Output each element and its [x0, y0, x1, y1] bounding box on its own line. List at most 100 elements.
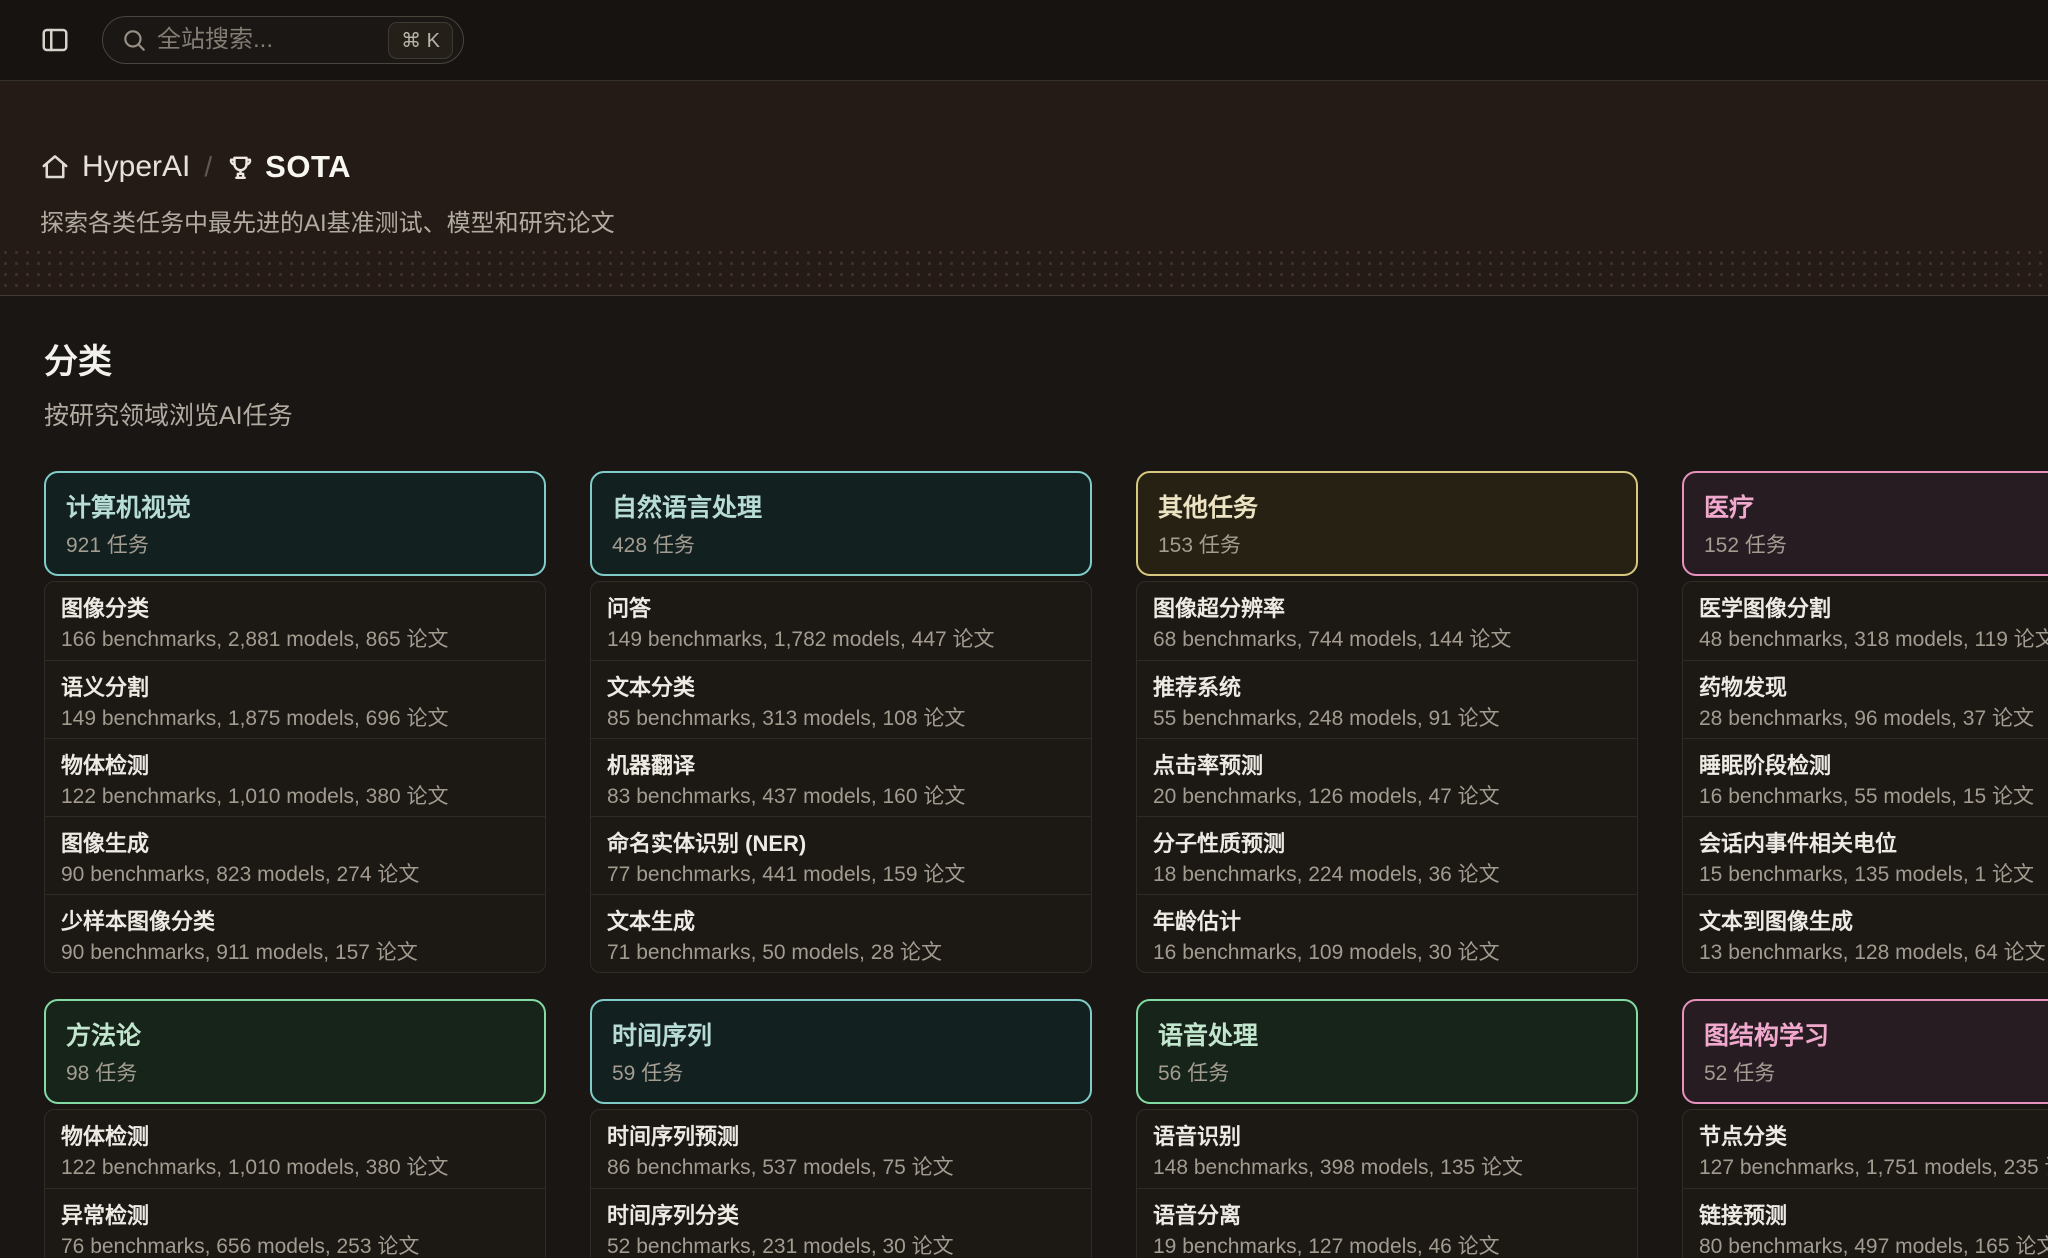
task-item[interactable]: 睡眠阶段检测16 benchmarks, 55 models, 15 论文 [1683, 738, 2048, 816]
task-item[interactable]: 链接预测80 benchmarks, 497 models, 165 论文 [1683, 1188, 2048, 1258]
task-title: 语音分离 [1153, 1201, 1617, 1231]
category-card-header[interactable]: 其他任务 153 任务 [1136, 471, 1638, 576]
task-title: 异常检测 [61, 1201, 525, 1231]
task-stats: 19 benchmarks, 127 models, 46 论文 [1153, 1233, 1617, 1258]
task-item[interactable]: 异常检测76 benchmarks, 656 models, 253 论文 [45, 1188, 545, 1258]
task-item[interactable]: 文本生成71 benchmarks, 50 models, 28 论文 [591, 894, 1091, 972]
breadcrumb-separator: / [204, 151, 212, 183]
task-item[interactable]: 文本到图像生成13 benchmarks, 128 models, 64 论文 [1683, 894, 2048, 972]
category-card-header[interactable]: 方法论98 任务 [44, 999, 546, 1104]
task-stats: 16 benchmarks, 109 models, 30 论文 [1153, 939, 1617, 967]
task-stats: 122 benchmarks, 1,010 models, 380 论文 [61, 783, 525, 811]
task-stats: 15 benchmarks, 135 models, 1 论文 [1699, 861, 2048, 889]
category-task-count: 59 任务 [612, 1060, 1070, 1087]
category-card: 语音处理56 任务语音识别148 benchmarks, 398 models,… [1136, 999, 1638, 1258]
search-input[interactable] [157, 26, 378, 54]
task-title: 链接预测 [1699, 1201, 2048, 1231]
task-stats: 80 benchmarks, 497 models, 165 论文 [1699, 1233, 2048, 1258]
task-item[interactable]: 会话内事件相关电位15 benchmarks, 135 models, 1 论文 [1683, 816, 2048, 894]
task-stats: 18 benchmarks, 224 models, 36 论文 [1153, 861, 1617, 889]
task-item[interactable]: 分子性质预测18 benchmarks, 224 models, 36 论文 [1137, 816, 1637, 894]
task-stats: 55 benchmarks, 248 models, 91 论文 [1153, 705, 1617, 733]
task-stats: 16 benchmarks, 55 models, 15 论文 [1699, 783, 2048, 811]
task-list: 语音识别148 benchmarks, 398 models, 135 论文语音… [1136, 1109, 1638, 1258]
breadcrumb-home-link[interactable]: HyperAI [40, 150, 190, 184]
task-item[interactable]: 物体检测122 benchmarks, 1,010 models, 380 论文 [45, 1110, 545, 1188]
section-subtitle: 按研究领域浏览AI任务 [44, 400, 2048, 433]
category-card: 图结构学习52 任务节点分类127 benchmarks, 1,751 mode… [1682, 999, 2048, 1258]
task-list: 图像分类166 benchmarks, 2,881 models, 865 论文… [44, 581, 546, 973]
category-card-header[interactable]: 医疗152 任务 [1682, 471, 2048, 576]
task-title: 时间序列预测 [607, 1122, 1071, 1152]
task-list: 医学图像分割48 benchmarks, 318 models, 119 论文药… [1682, 581, 2048, 973]
task-title: 分子性质预测 [1153, 829, 1617, 859]
category-card-header[interactable]: 图结构学习52 任务 [1682, 999, 2048, 1104]
category-task-count: 428 任务 [612, 532, 1070, 559]
task-item[interactable]: 图像分类166 benchmarks, 2,881 models, 865 论文 [45, 582, 545, 660]
task-stats: 20 benchmarks, 126 models, 47 论文 [1153, 783, 1617, 811]
task-item[interactable]: 命名实体识别 (NER)77 benchmarks, 441 models, 1… [591, 816, 1091, 894]
page: ⌘ K HyperAI / [0, 0, 2048, 1258]
sidebar-toggle-button[interactable] [32, 17, 78, 63]
task-stats: 149 benchmarks, 1,782 models, 447 论文 [607, 626, 1071, 654]
task-stats: 71 benchmarks, 50 models, 28 论文 [607, 939, 1071, 967]
task-item[interactable]: 语音识别148 benchmarks, 398 models, 135 论文 [1137, 1110, 1637, 1188]
task-stats: 76 benchmarks, 656 models, 253 论文 [61, 1233, 525, 1258]
category-card-header[interactable]: 计算机视觉 921 任务 [44, 471, 546, 576]
main-content: 分类 按研究领域浏览AI任务 计算机视觉921 任务图像分类166 benchm… [0, 296, 2048, 1258]
task-item[interactable]: 时间序列分类52 benchmarks, 231 models, 30 论文 [591, 1188, 1091, 1258]
category-title: 自然语言处理 [612, 491, 1070, 525]
task-title: 文本生成 [607, 907, 1071, 937]
task-stats: 149 benchmarks, 1,875 models, 696 论文 [61, 705, 525, 733]
task-item[interactable]: 语音分离19 benchmarks, 127 models, 46 论文 [1137, 1188, 1637, 1258]
breadcrumb-current: SOTA [226, 149, 351, 185]
category-card: 时间序列59 任务时间序列预测86 benchmarks, 537 models… [590, 999, 1092, 1258]
category-card-header[interactable]: 自然语言处理 428 任务 [590, 471, 1092, 576]
task-stats: 90 benchmarks, 911 models, 157 论文 [61, 939, 525, 967]
task-item[interactable]: 机器翻译83 benchmarks, 437 models, 160 论文 [591, 738, 1091, 816]
task-title: 问答 [607, 594, 1071, 624]
task-title: 图像超分辨率 [1153, 594, 1617, 624]
category-task-count: 56 任务 [1158, 1060, 1616, 1087]
task-list: 节点分类127 benchmarks, 1,751 models, 235 论文… [1682, 1109, 2048, 1258]
category-card: 计算机视觉 921 任务图像分类166 benchmarks, 2,881 mod… [44, 471, 546, 973]
task-item[interactable]: 图像生成90 benchmarks, 823 models, 274 论文 [45, 816, 545, 894]
category-card: 其他任务 153 任务图像超分辨率68 benchmarks, 744 model… [1136, 471, 1638, 973]
task-item[interactable]: 语义分割149 benchmarks, 1,875 models, 696 论文 [45, 660, 545, 738]
category-title: 计算机视觉 [66, 491, 524, 525]
task-item[interactable]: 点击率预测20 benchmarks, 126 models, 47 论文 [1137, 738, 1637, 816]
task-title: 年龄估计 [1153, 907, 1617, 937]
task-list: 物体检测122 benchmarks, 1,010 models, 380 论文… [44, 1109, 546, 1258]
task-stats: 83 benchmarks, 437 models, 160 论文 [607, 783, 1071, 811]
category-card-header[interactable]: 语音处理56 任务 [1136, 999, 1638, 1104]
task-item[interactable]: 物体检测122 benchmarks, 1,010 models, 380 论文 [45, 738, 545, 816]
task-title: 物体检测 [61, 1122, 525, 1152]
category-title: 其他任务 [1158, 491, 1616, 525]
task-item[interactable]: 图像超分辨率68 benchmarks, 744 models, 144 论文 [1137, 582, 1637, 660]
task-title: 会话内事件相关电位 [1699, 829, 2048, 859]
task-stats: 13 benchmarks, 128 models, 64 论文 [1699, 939, 2048, 967]
category-task-count: 921 任务 [66, 532, 524, 559]
top-bar: ⌘ K [0, 0, 2048, 81]
task-title: 节点分类 [1699, 1122, 2048, 1152]
category-card-header[interactable]: 时间序列59 任务 [590, 999, 1092, 1104]
task-item[interactable]: 医学图像分割48 benchmarks, 318 models, 119 论文 [1683, 582, 2048, 660]
task-item[interactable]: 文本分类85 benchmarks, 313 models, 108 论文 [591, 660, 1091, 738]
task-item[interactable]: 药物发现28 benchmarks, 96 models, 37 论文 [1683, 660, 2048, 738]
task-item[interactable]: 年龄估计16 benchmarks, 109 models, 30 论文 [1137, 894, 1637, 972]
task-list: 问答149 benchmarks, 1,782 models, 447 论文文本… [590, 581, 1092, 973]
category-task-count: 98 任务 [66, 1060, 524, 1087]
task-stats: 90 benchmarks, 823 models, 274 论文 [61, 861, 525, 889]
site-search[interactable]: ⌘ K [102, 16, 464, 64]
task-list: 时间序列预测86 benchmarks, 537 models, 75 论文时间… [590, 1109, 1092, 1258]
category-task-count: 153 任务 [1158, 532, 1616, 559]
task-title: 药物发现 [1699, 673, 2048, 703]
task-item[interactable]: 节点分类127 benchmarks, 1,751 models, 235 论文 [1683, 1110, 2048, 1188]
breadcrumb-site-label: HyperAI [82, 150, 190, 184]
trophy-icon [226, 153, 255, 182]
task-item[interactable]: 问答149 benchmarks, 1,782 models, 447 论文 [591, 582, 1091, 660]
task-item[interactable]: 少样本图像分类90 benchmarks, 911 models, 157 论文 [45, 894, 545, 972]
task-item[interactable]: 推荐系统55 benchmarks, 248 models, 91 论文 [1137, 660, 1637, 738]
task-stats: 85 benchmarks, 313 models, 108 论文 [607, 705, 1071, 733]
task-item[interactable]: 时间序列预测86 benchmarks, 537 models, 75 论文 [591, 1110, 1091, 1188]
